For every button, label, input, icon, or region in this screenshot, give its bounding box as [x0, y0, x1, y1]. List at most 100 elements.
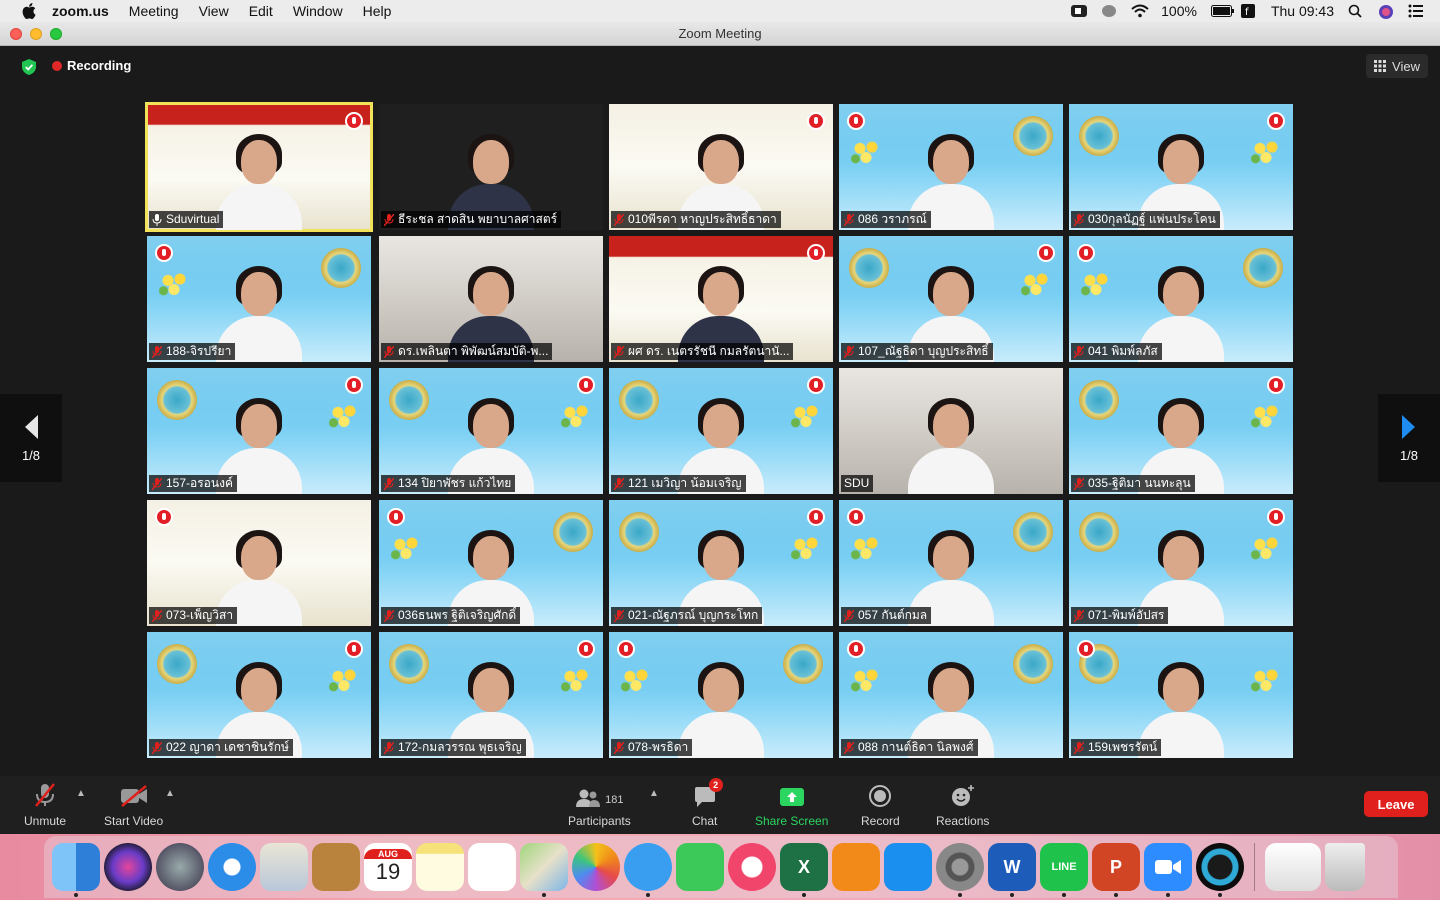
participant-video-tile[interactable]: 073-เพ็ญวิสา [147, 500, 371, 626]
menu-window[interactable]: Window [293, 3, 343, 19]
menu-help[interactable]: Help [363, 3, 392, 19]
muted-microphone-icon [1074, 609, 1084, 622]
window-close-button[interactable] [10, 28, 22, 40]
participant-video-tile[interactable]: ดร.เพลินตา พิพัฒน์สมบัติ-พ... [379, 236, 603, 362]
participant-video-tile[interactable]: 107_ณัฐธิดา บุญประสิทธิ์ [839, 236, 1063, 362]
participant-video-tile[interactable]: 071-พิมพ์อัปสร [1069, 500, 1293, 626]
calendar-day: 19 [375, 859, 401, 884]
chat-button[interactable]: 2 Chat [692, 778, 723, 828]
participant-video-tile[interactable]: 088 กานต์ธิดา นิลพงศ์ [839, 632, 1063, 758]
calendar-icon[interactable]: AUG 19 [364, 843, 412, 891]
start-video-button[interactable]: Start Video [104, 782, 163, 828]
participant-video-tile[interactable]: 188-จิรปรียา [147, 236, 371, 362]
wifi-icon[interactable] [1131, 4, 1149, 18]
video-options-chevron-icon[interactable]: ▲ [165, 788, 175, 799]
battery-icon[interactable] [1210, 4, 1234, 18]
participant-video-tile[interactable]: 041 พิมพ์ลภัส [1069, 236, 1293, 362]
leave-button[interactable]: Leave [1364, 791, 1428, 817]
photos-flower-icon[interactable] [572, 843, 620, 891]
muted-microphone-icon [152, 609, 162, 622]
script-icon[interactable]: f [1240, 4, 1257, 18]
quicktime-icon[interactable] [1196, 843, 1244, 897]
participant-video-tile[interactable]: 057 กันต์กมล [839, 500, 1063, 626]
next-page-button[interactable]: 1/8 [1378, 394, 1440, 482]
excel-icon[interactable]: X [780, 843, 828, 897]
background-mic-badge-icon [577, 376, 595, 394]
siri-icon[interactable] [1378, 4, 1394, 19]
trash-icon[interactable] [1325, 843, 1365, 891]
participant-video-tile[interactable]: 157-อรอนงค์ [147, 368, 371, 494]
window-zoom-button[interactable] [50, 28, 62, 40]
audio-options-chevron-icon[interactable]: ▲ [76, 788, 86, 799]
books-icon[interactable] [832, 843, 880, 891]
encryption-shield-icon[interactable] [22, 59, 36, 75]
safari-compass-icon[interactable] [208, 843, 256, 891]
siri-dock-icon[interactable] [104, 843, 152, 891]
reactions-button[interactable]: Reactions [936, 782, 989, 828]
participant-video-tile[interactable]: 036ธนพร ฐิติเจริญศักดิ์ [379, 500, 603, 626]
messages-bubble-icon[interactable] [624, 843, 672, 897]
participant-silhouette [908, 398, 994, 494]
participant-video-tile[interactable]: 086 วราภรณ์ [839, 104, 1063, 230]
menu-app-name[interactable]: zoom.us [52, 3, 109, 19]
participant-video-tile[interactable]: 172-กมลวรรณ พุธเจริญ [379, 632, 603, 758]
participant-name: ธีระชล สาดสิน พยาบาลศาสตร์ [398, 212, 558, 226]
participant-video-tile[interactable]: 021-ณัฐภรณ์ บุญกระโทก [609, 500, 833, 626]
reminders-list-icon[interactable] [468, 843, 516, 891]
view-button[interactable]: View [1366, 54, 1428, 78]
notification-center-icon[interactable] [1408, 4, 1424, 18]
share-screen-button[interactable]: Share Screen [755, 782, 828, 828]
participant-video-tile[interactable]: 159เพชรรัตน์ [1069, 632, 1293, 758]
mail-stamp-icon[interactable] [260, 843, 308, 891]
participant-name: 172-กมลวรรณ พุธเจริญ [398, 740, 522, 754]
participant-video-tile[interactable]: 078-พรธิดา [609, 632, 833, 758]
participant-video-tile[interactable]: 134 ปิยาพัชร แก้วไทย [379, 368, 603, 494]
participants-button[interactable]: 181 Participants [568, 782, 631, 828]
participant-video-tile[interactable]: 121 เมวิญา น้อมเจริญ [609, 368, 833, 494]
launchpad-rocket-icon[interactable] [156, 843, 204, 891]
flower-decoration-icon [391, 534, 421, 560]
participant-video-tile[interactable]: ผศ ดร. เนตรรัชนี กมลรัตนานั... [609, 236, 833, 362]
participant-video-tile[interactable]: 010พีรดา หาญประสิทธิ์ธาดา [609, 104, 833, 230]
muted-microphone-icon [844, 345, 854, 358]
background-mic-badge-icon [1077, 640, 1095, 658]
apple-icon[interactable] [20, 2, 38, 20]
participant-name-label: 022 ญาดา เดชาชินรักษ์ [149, 739, 293, 756]
flower-decoration-icon [561, 402, 591, 428]
menu-edit[interactable]: Edit [249, 3, 273, 19]
chat-status-icon[interactable] [1101, 4, 1117, 18]
unmute-button[interactable]: Unmute [24, 782, 66, 828]
clock[interactable]: Thu 09:43 [1271, 3, 1334, 19]
muted-microphone-icon [152, 477, 162, 490]
system-preferences-gear-icon[interactable] [936, 843, 984, 897]
contacts-book-icon[interactable] [312, 843, 360, 891]
participant-video-tile[interactable]: 022 ญาดา เดชาชินรักษ์ [147, 632, 371, 758]
participant-video-tile[interactable]: 030กุลนัฏฐ์ แพ่นประโคน [1069, 104, 1293, 230]
word-icon[interactable]: W [988, 843, 1036, 897]
participant-video-tile[interactable]: Sduvirtual [145, 102, 373, 232]
participant-video-tile[interactable]: SDU [839, 368, 1063, 494]
participant-name-label: 107_ณัฐธิดา บุญประสิทธิ์ [841, 343, 993, 360]
zoom-app-icon[interactable] [1144, 843, 1192, 897]
app-store-icon[interactable] [884, 843, 932, 891]
maps-icon[interactable] [520, 843, 568, 897]
notes-icon[interactable] [416, 843, 464, 891]
music-note-icon[interactable] [728, 843, 776, 891]
downloads-folder-icon[interactable] [1265, 843, 1321, 891]
participants-options-chevron-icon[interactable]: ▲ [649, 788, 659, 799]
participant-video-tile[interactable]: 035-ฐิติมา นนทะลุน [1069, 368, 1293, 494]
powerpoint-icon[interactable]: P [1092, 843, 1140, 897]
flower-decoration-icon [791, 534, 821, 560]
finder-icon[interactable] [52, 843, 100, 897]
participant-video-tile[interactable]: ธีระชล สาดสิน พยาบาลศาสตร์ [379, 104, 603, 230]
zoom-status-icon[interactable] [1071, 4, 1088, 18]
previous-page-button[interactable]: 1/8 [0, 394, 62, 482]
menu-meeting[interactable]: Meeting [129, 3, 179, 19]
recording-indicator[interactable]: Recording [52, 58, 131, 73]
spotlight-search-icon[interactable] [1348, 4, 1364, 18]
menu-view[interactable]: View [199, 3, 229, 19]
record-button[interactable]: Record [861, 782, 900, 828]
window-minimize-button[interactable] [30, 28, 42, 40]
line-icon[interactable]: LINE [1040, 843, 1088, 897]
facetime-icon[interactable] [676, 843, 724, 891]
